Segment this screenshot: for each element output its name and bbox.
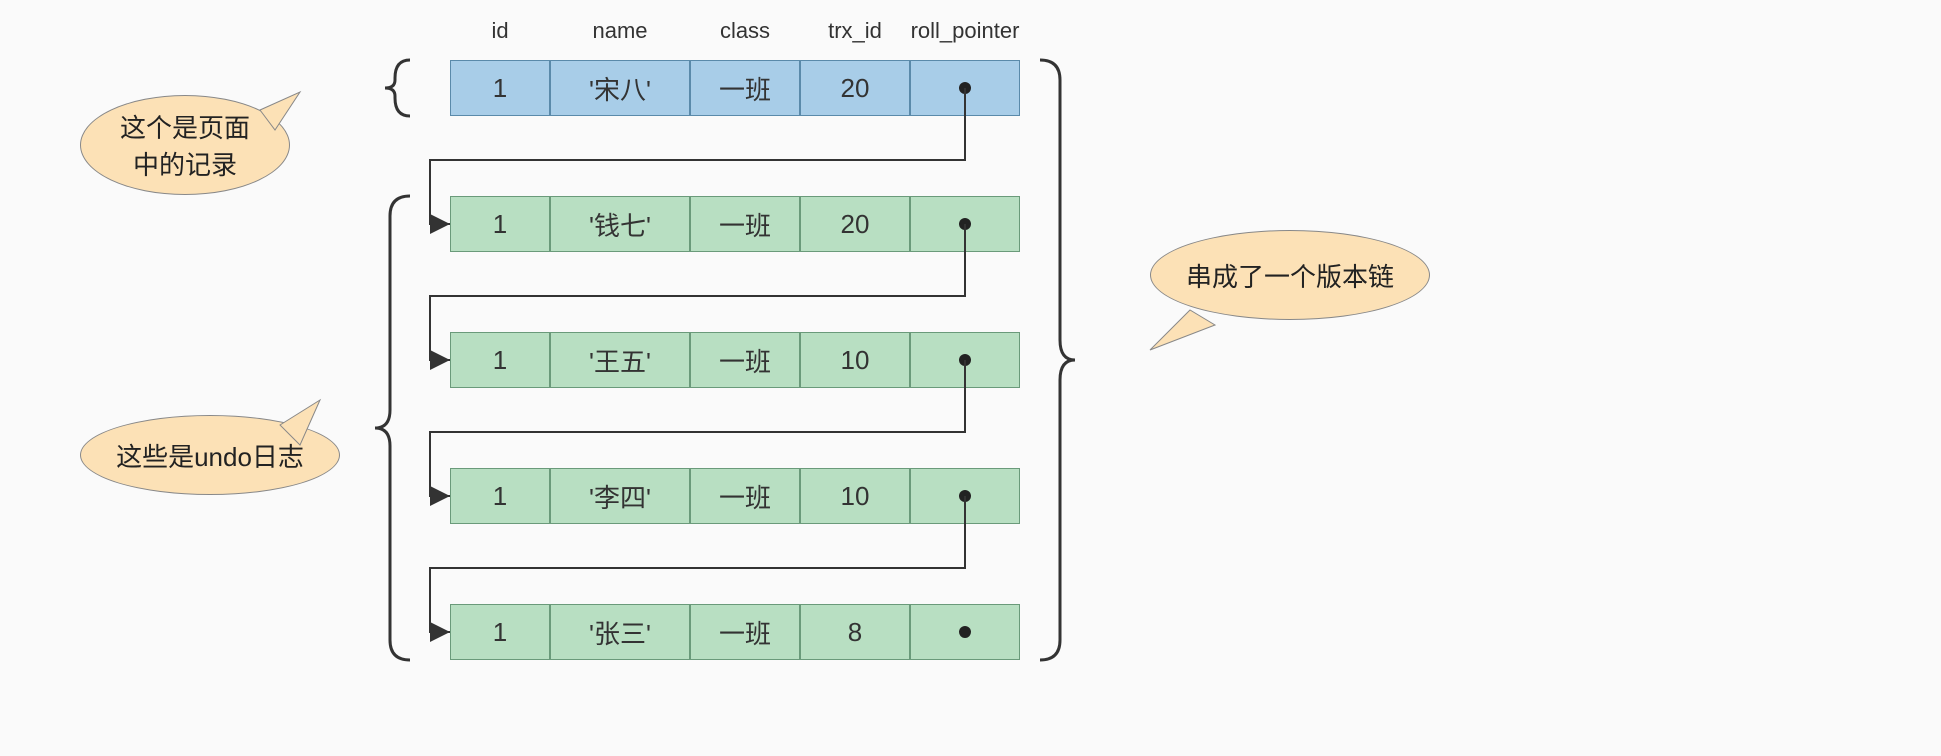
header-trx-id: trx_id xyxy=(800,18,910,44)
cell-roll-pointer xyxy=(910,60,1020,116)
cell-name: '李四' xyxy=(550,468,690,524)
cell-trx-id: 10 xyxy=(800,332,910,388)
cell-name: '张三' xyxy=(550,604,690,660)
undo-row: 1 '张三' 一班 8 xyxy=(450,604,1020,660)
callout-page-record: 这个是页面 中的记录 xyxy=(80,95,290,195)
cell-trx-id: 10 xyxy=(800,468,910,524)
pointer-dot-icon xyxy=(959,82,971,94)
pointer-dot-icon xyxy=(959,218,971,230)
cell-id: 1 xyxy=(450,604,550,660)
cell-name: '钱七' xyxy=(550,196,690,252)
callout-version-chain: 串成了一个版本链 xyxy=(1150,230,1430,320)
pointer-dot-icon xyxy=(959,354,971,366)
cell-id: 1 xyxy=(450,60,550,116)
cell-id: 1 xyxy=(450,468,550,524)
cell-class: 一班 xyxy=(690,604,800,660)
cell-class: 一班 xyxy=(690,332,800,388)
callout-undo-log: 这些是undo日志 xyxy=(80,415,340,495)
undo-row: 1 '王五' 一班 10 xyxy=(450,332,1020,388)
cell-trx-id: 20 xyxy=(800,196,910,252)
page-record-row: 1 '宋八' 一班 20 xyxy=(450,60,1020,116)
cell-class: 一班 xyxy=(690,196,800,252)
cell-id: 1 xyxy=(450,332,550,388)
cell-trx-id: 20 xyxy=(800,60,910,116)
cell-roll-pointer xyxy=(910,196,1020,252)
cell-class: 一班 xyxy=(690,60,800,116)
pointer-dot-icon xyxy=(959,490,971,502)
header-name: name xyxy=(550,18,690,44)
column-headers: id name class trx_id roll_pointer xyxy=(450,18,1020,44)
cell-id: 1 xyxy=(450,196,550,252)
cell-roll-pointer xyxy=(910,468,1020,524)
cell-roll-pointer xyxy=(910,332,1020,388)
header-class: class xyxy=(690,18,800,44)
undo-row: 1 '李四' 一班 10 xyxy=(450,468,1020,524)
cell-class: 一班 xyxy=(690,468,800,524)
pointer-dot-icon xyxy=(959,626,971,638)
cell-roll-pointer xyxy=(910,604,1020,660)
cell-name: '宋八' xyxy=(550,60,690,116)
header-id: id xyxy=(450,18,550,44)
cell-trx-id: 8 xyxy=(800,604,910,660)
undo-row: 1 '钱七' 一班 20 xyxy=(450,196,1020,252)
header-roll-pointer: roll_pointer xyxy=(910,18,1020,44)
cell-name: '王五' xyxy=(550,332,690,388)
diagram-canvas: { "columns": ["id", "name", "class", "tr… xyxy=(0,0,1941,756)
